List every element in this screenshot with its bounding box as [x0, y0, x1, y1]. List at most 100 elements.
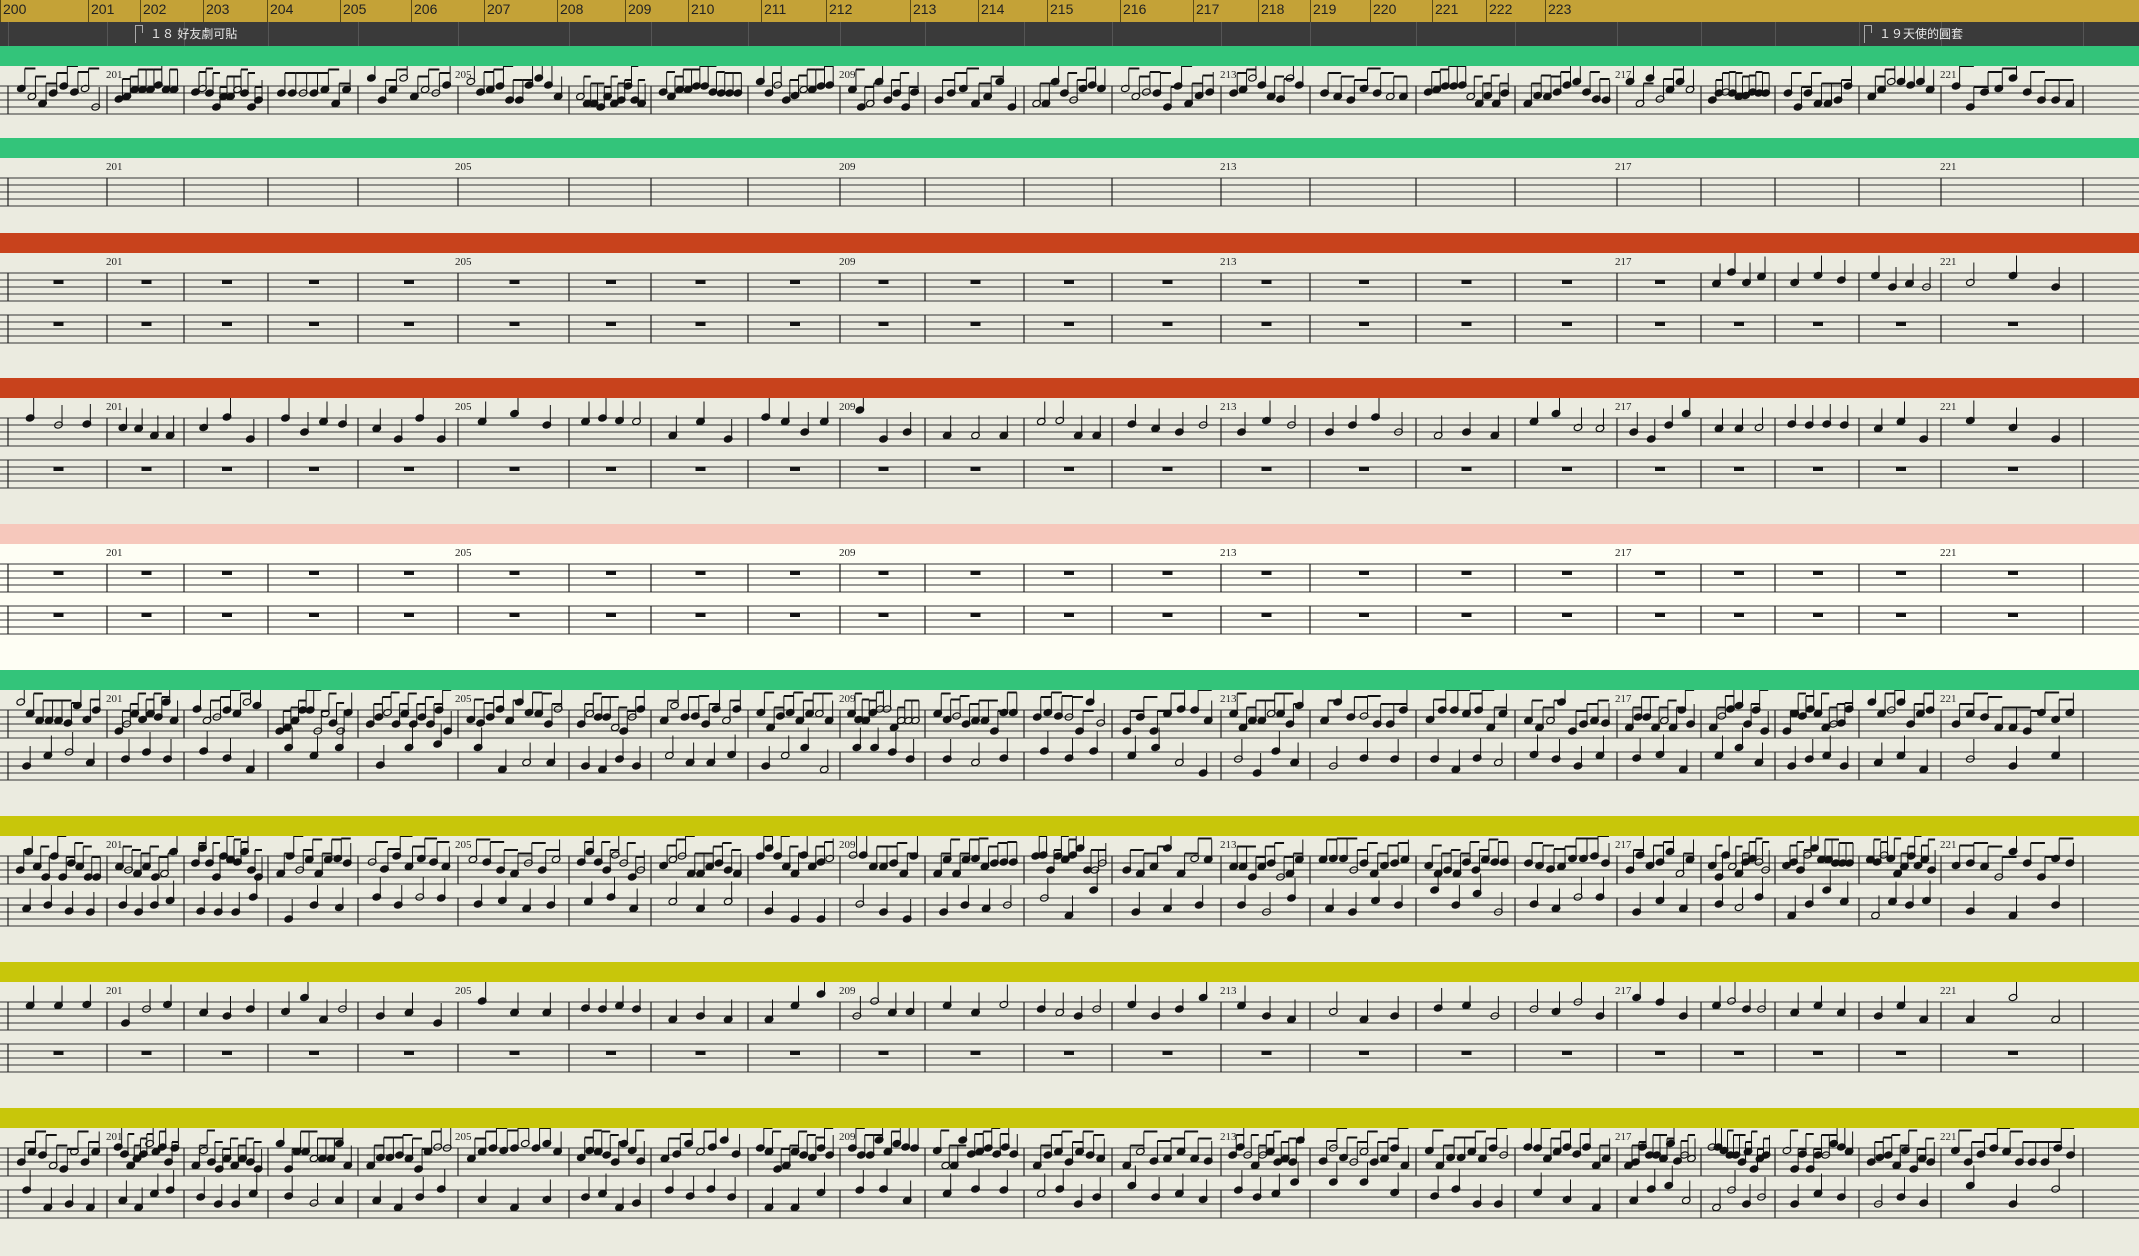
- ruler-measure-number[interactable]: 205: [343, 1, 366, 17]
- track-header[interactable]: [0, 1108, 2139, 1128]
- bar-number: 221: [1940, 69, 1957, 81]
- whole-rest: [1359, 280, 1369, 284]
- track-7[interactable]: 201 205 209 213 217 221: [0, 816, 2139, 962]
- ruler-measure-number[interactable]: 204: [270, 1, 293, 17]
- ruler-measure-number[interactable]: 201: [91, 1, 114, 17]
- bar-number: 205: [455, 161, 472, 173]
- whole-rest: [53, 1051, 64, 1055]
- marker-text: １９天使的圓套: [1879, 27, 1964, 41]
- ruler-measure-number[interactable]: 203: [206, 1, 229, 17]
- notes: [53, 253, 2061, 291]
- ruler-measure-number[interactable]: 200: [3, 1, 26, 17]
- whole-rest: [1359, 322, 1369, 326]
- measure-ruler[interactable]: 200 201 202 203 204 205 206 207 208 209 210 211 212 2…: [0, 0, 2139, 23]
- marker-label[interactable]: １８ 好友劇可貼: [135, 25, 237, 43]
- track-header[interactable]: [0, 138, 2139, 158]
- track-9[interactable]: 201 205 209 213 217 221: [0, 1108, 2139, 1254]
- whole-rest: [606, 280, 616, 284]
- track-header[interactable]: [0, 378, 2139, 398]
- track-3[interactable]: 201 205 209 213 217 221: [0, 233, 2139, 378]
- ruler-tick: [140, 0, 141, 22]
- ruler-measure-number[interactable]: 217: [1196, 1, 1219, 17]
- whole-rest: [1359, 1051, 1369, 1055]
- track-header[interactable]: [0, 524, 2139, 544]
- ruler-measure-number[interactable]: 210: [691, 1, 714, 17]
- whole-rest: [1734, 1051, 1744, 1055]
- bar-number: 213: [1220, 1131, 1237, 1143]
- whole-rest: [1655, 613, 1665, 617]
- track-5[interactable]: 201 205 209 213 217 221: [0, 524, 2139, 670]
- track-header[interactable]: [0, 233, 2139, 253]
- whole-rest: [790, 280, 800, 284]
- track-staff-area[interactable]: 201 205 209 213 217 221: [0, 836, 2139, 962]
- track-staff-area[interactable]: 201 205 209 213 217 221: [0, 398, 2139, 524]
- whole-rest: [1461, 613, 1472, 617]
- ruler-measure-number[interactable]: 206: [414, 1, 437, 17]
- track-header[interactable]: [0, 46, 2139, 66]
- ruler-tick: [557, 0, 558, 22]
- ruler-measure-number[interactable]: 212: [829, 1, 852, 17]
- whole-rest: [1162, 613, 1173, 617]
- whole-rest: [1896, 322, 1906, 326]
- whole-rest: [1813, 322, 1823, 326]
- ruler-tick: [484, 0, 485, 22]
- ruler-tick: [1310, 0, 1311, 22]
- ruler-measure-number[interactable]: 213: [913, 1, 936, 17]
- whole-rest: [509, 280, 520, 284]
- ruler-measure-number[interactable]: 222: [1489, 1, 1512, 17]
- whole-rest: [1064, 467, 1074, 471]
- marker-grid-line: [569, 22, 570, 46]
- track-staff-area[interactable]: 201 205 209 213 217 221: [0, 66, 2139, 138]
- ruler-tick: [88, 0, 89, 22]
- track-staff-area[interactable]: 201 205 209 213 217 221: [0, 544, 2139, 670]
- whole-rest: [1261, 1051, 1272, 1055]
- ruler-measure-number[interactable]: 209: [628, 1, 651, 17]
- ruler-measure-number[interactable]: 218: [1261, 1, 1284, 17]
- whole-rest: [1064, 1051, 1074, 1055]
- ruler-measure-number[interactable]: 202: [143, 1, 166, 17]
- marker-track[interactable]: １８ 好友劇可貼 １９天使的圓套: [0, 22, 2139, 46]
- whole-rest: [1461, 571, 1472, 575]
- track-header[interactable]: [0, 962, 2139, 982]
- track-1[interactable]: 201 205 209 213 217 221: [0, 46, 2139, 138]
- ruler-measure-number[interactable]: 219: [1313, 1, 1336, 17]
- ruler-measure-number[interactable]: 214: [981, 1, 1004, 17]
- whole-rest: [404, 467, 414, 471]
- ruler-tick: [203, 0, 204, 22]
- track-staff-area[interactable]: 201 205 209 213 217 221: [0, 982, 2139, 1108]
- ruler-measure-number[interactable]: 211: [764, 1, 786, 17]
- ruler-tick: [910, 0, 911, 22]
- whole-rest: [309, 1051, 319, 1055]
- ruler-measure-number[interactable]: 208: [560, 1, 583, 17]
- track-2[interactable]: 201 205 209 213 217 221: [0, 138, 2139, 233]
- bar-number: 209: [839, 1131, 856, 1143]
- track-4[interactable]: 201 205 209 213 217 221: [0, 378, 2139, 524]
- ruler-measure-number[interactable]: 215: [1050, 1, 1073, 17]
- whole-rest: [1896, 571, 1906, 575]
- ruler-tick: [826, 0, 827, 22]
- track-staff-area[interactable]: 201 205 209 213 217 221: [0, 1128, 2139, 1254]
- whole-rest: [1562, 467, 1572, 471]
- ruler-tick: [978, 0, 979, 22]
- whole-rest: [509, 467, 520, 471]
- whole-rest: [1261, 280, 1272, 284]
- track-staff-area[interactable]: 201 205 209 213 217 221: [0, 158, 2139, 233]
- ruler-tick: [1047, 0, 1048, 22]
- ruler-measure-number[interactable]: 216: [1123, 1, 1146, 17]
- track-6[interactable]: 201 205 209 213 217 221: [0, 670, 2139, 816]
- whole-rest: [141, 1051, 152, 1055]
- bar-number: 221: [1940, 693, 1957, 705]
- track-header[interactable]: [0, 670, 2139, 690]
- ruler-measure-number[interactable]: 207: [487, 1, 510, 17]
- ruler-measure-number[interactable]: 220: [1373, 1, 1396, 17]
- whole-rest: [309, 322, 319, 326]
- track-staff-area[interactable]: 201 205 209 213 217 221: [0, 690, 2139, 816]
- track-8[interactable]: 201 205 209 213 217 221: [0, 962, 2139, 1108]
- track-staff-area[interactable]: 201 205 209 213 217 221: [0, 253, 2139, 378]
- track-header[interactable]: [0, 816, 2139, 836]
- bar-number: 201: [106, 985, 123, 997]
- marker-label[interactable]: １９天使的圓套: [1864, 25, 1963, 43]
- ruler-measure-number[interactable]: 223: [1548, 1, 1571, 17]
- ruler-measure-number[interactable]: 221: [1435, 1, 1458, 17]
- whole-rest: [1359, 467, 1369, 471]
